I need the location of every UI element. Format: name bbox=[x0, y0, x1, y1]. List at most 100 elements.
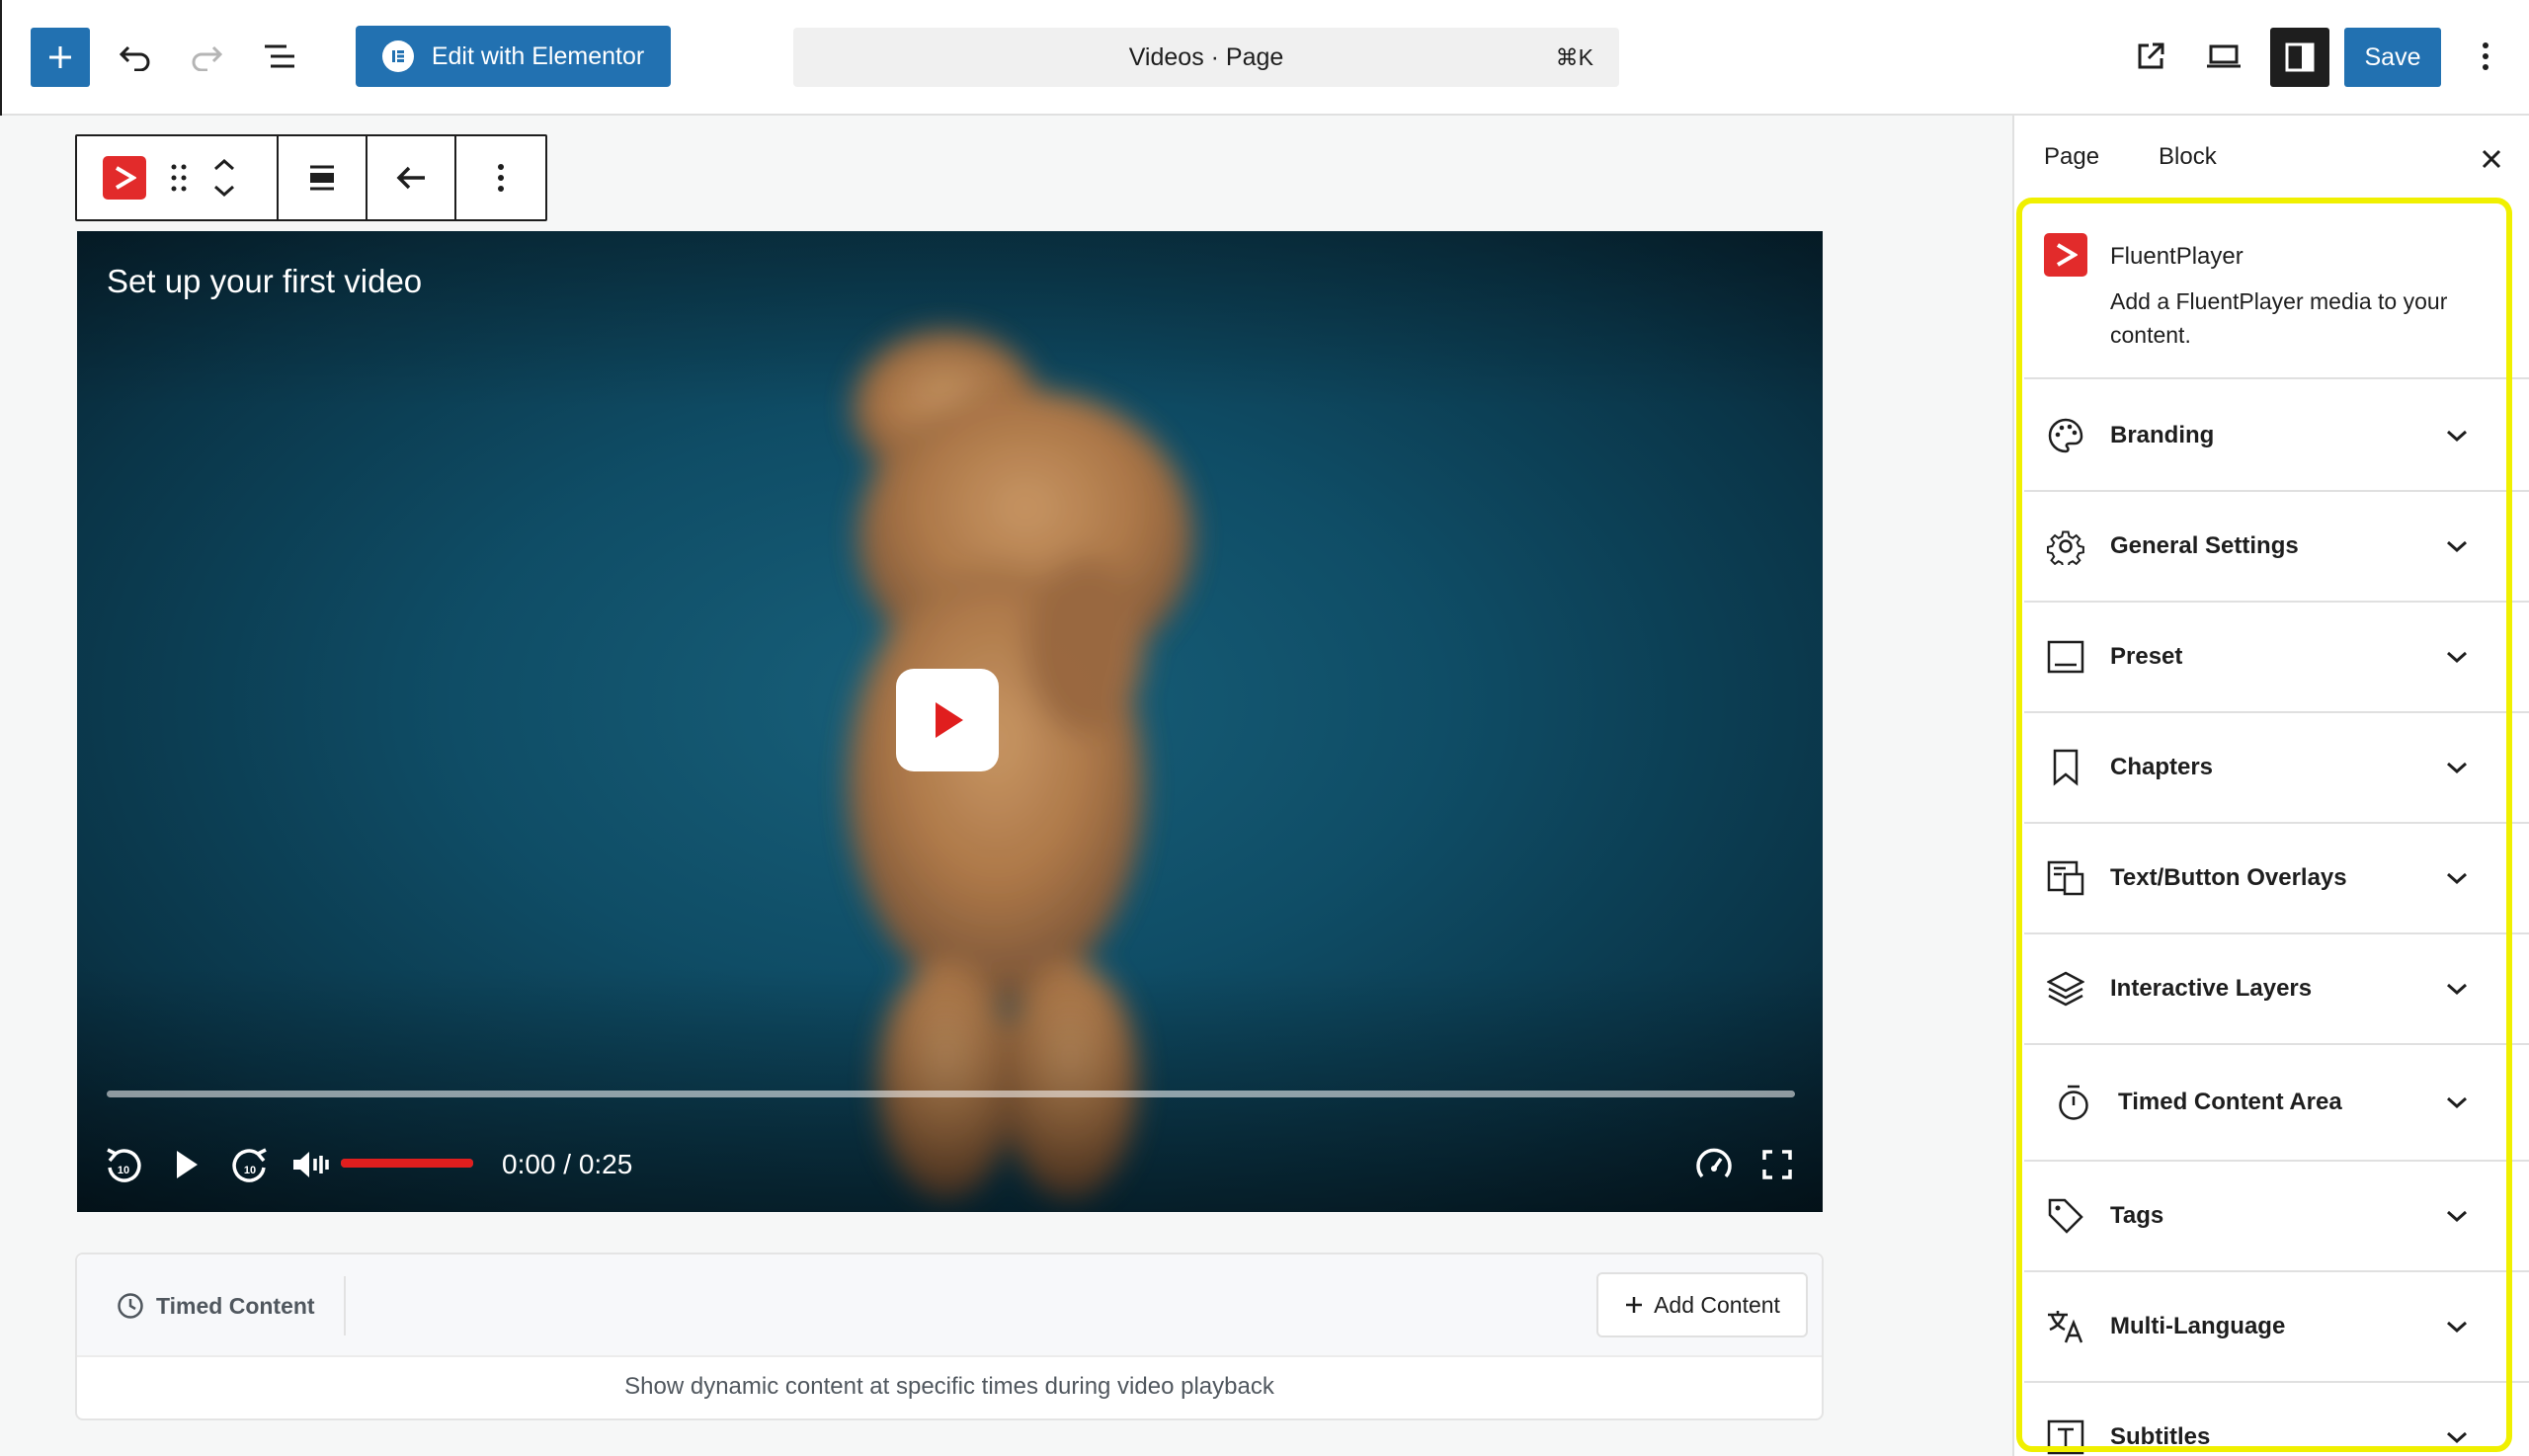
block-type-button[interactable] bbox=[95, 136, 154, 219]
panel-multi-language[interactable]: Multi-Language bbox=[2024, 1272, 2529, 1383]
rewind-10-button[interactable]: 10 bbox=[99, 1140, 148, 1189]
close-sidebar-button[interactable] bbox=[2472, 139, 2511, 179]
rewind-10-icon: 10 bbox=[107, 1148, 141, 1182]
arrow-left-icon bbox=[396, 166, 425, 190]
panel-interactive-layers[interactable]: Interactive Layers bbox=[2024, 934, 2529, 1045]
panel-label: Multi-Language bbox=[2110, 1313, 2286, 1339]
block-inspector: FluentPlayer Add a FluentPlayer media to… bbox=[2024, 203, 2529, 1456]
volume-slider[interactable] bbox=[341, 1159, 473, 1168]
options-menu-button[interactable] bbox=[2466, 32, 2505, 81]
block-card-description: Add a FluentPlayer media to your content… bbox=[2110, 288, 2448, 348]
panel-branding[interactable]: Branding bbox=[2024, 381, 2529, 492]
timed-content-tab-label: Timed Content bbox=[156, 1292, 315, 1319]
block-options-button[interactable] bbox=[456, 136, 545, 219]
volume-icon bbox=[293, 1152, 329, 1177]
plus-icon bbox=[1626, 1297, 1643, 1313]
fullscreen-button[interactable] bbox=[1753, 1140, 1802, 1189]
move-block-controls[interactable] bbox=[200, 136, 249, 219]
elementor-label: Edit with Elementor bbox=[431, 41, 645, 70]
timed-content-tab[interactable]: Timed Content bbox=[117, 1282, 315, 1330]
drag-handle-icon bbox=[171, 164, 187, 192]
command-palette-bar[interactable]: Videos · Page ⌘K bbox=[793, 28, 1619, 87]
fluentplayer-logo-icon bbox=[2044, 233, 2087, 277]
redo-button[interactable] bbox=[182, 32, 231, 81]
external-link-icon bbox=[2138, 42, 2164, 69]
redo-icon bbox=[192, 45, 223, 71]
chevron-down-icon bbox=[2439, 1085, 2475, 1120]
add-block-button[interactable] bbox=[31, 28, 90, 87]
align-center-icon bbox=[310, 165, 334, 191]
panel-label: Subtitles bbox=[2110, 1423, 2211, 1450]
add-content-label: Add Content bbox=[1654, 1291, 1780, 1318]
align-button[interactable] bbox=[279, 136, 366, 219]
volume-slider-fill bbox=[341, 1159, 473, 1168]
video-title: Set up your first video bbox=[107, 263, 423, 299]
tag-icon bbox=[2046, 1196, 2085, 1236]
save-button[interactable]: Save bbox=[2344, 28, 2441, 87]
playback-speed-button[interactable] bbox=[1689, 1140, 1739, 1189]
undo-button[interactable] bbox=[111, 32, 160, 81]
window-edge bbox=[0, 0, 2, 116]
play-button[interactable] bbox=[162, 1140, 211, 1189]
add-content-button[interactable]: Add Content bbox=[1596, 1272, 1808, 1337]
edit-with-elementor-button[interactable]: Edit with Elementor bbox=[356, 26, 671, 87]
panel-label: General Settings bbox=[2110, 532, 2299, 559]
settings-sidebar-toggle[interactable] bbox=[2270, 28, 2329, 87]
preset-icon bbox=[2046, 637, 2085, 677]
sidebar-icon bbox=[2285, 42, 2315, 72]
undo-icon bbox=[119, 45, 150, 71]
block-card: FluentPlayer Add a FluentPlayer media to… bbox=[2024, 203, 2529, 379]
playback-time: 0:00 / 0:25 bbox=[502, 1149, 633, 1179]
chevron-down-icon bbox=[2439, 418, 2475, 453]
more-vertical-icon bbox=[2483, 42, 2488, 70]
chevron-down-icon bbox=[2439, 971, 2475, 1007]
stopwatch-icon bbox=[2054, 1083, 2093, 1122]
subtitles-icon bbox=[2046, 1417, 2085, 1456]
tab-block[interactable]: Block bbox=[2159, 143, 2217, 171]
drag-handle[interactable] bbox=[162, 136, 196, 219]
fluentplayer-logo-icon bbox=[103, 156, 146, 200]
chevron-up-icon[interactable] bbox=[213, 159, 235, 171]
sidebar-tabs: Page Block bbox=[2014, 116, 2529, 200]
gear-icon bbox=[2046, 526, 2085, 566]
select-parent-button[interactable] bbox=[367, 136, 454, 219]
block-card-title: FluentPlayer bbox=[2110, 243, 2243, 270]
chevron-down-icon bbox=[2439, 860, 2475, 896]
panel-chapters[interactable]: Chapters bbox=[2024, 713, 2529, 824]
panel-label: Interactive Layers bbox=[2110, 975, 2313, 1002]
video-player[interactable]: Set up your first video 10 10 0:00 / 0:2… bbox=[77, 231, 1823, 1212]
chevron-down-icon bbox=[2439, 750, 2475, 785]
view-page-button[interactable] bbox=[2126, 32, 2175, 81]
close-icon bbox=[2482, 149, 2501, 169]
panel-timed-content-area[interactable]: Timed Content Area bbox=[2024, 1045, 2529, 1162]
elementor-icon bbox=[381, 40, 414, 72]
timed-content-panel: Timed Content Add Content Show dynamic c… bbox=[75, 1253, 1824, 1420]
chevron-down-icon bbox=[2439, 639, 2475, 675]
panel-general-settings[interactable]: General Settings bbox=[2024, 492, 2529, 603]
panel-label: Preset bbox=[2110, 643, 2183, 670]
document-overview-button[interactable] bbox=[255, 32, 304, 81]
speedometer-icon bbox=[1696, 1148, 1732, 1178]
panel-subtitles[interactable]: Subtitles bbox=[2024, 1383, 2529, 1456]
panel-tags[interactable]: Tags bbox=[2024, 1162, 2529, 1272]
panel-text-button-overlays[interactable]: Text/Button Overlays bbox=[2024, 824, 2529, 934]
panel-label: Tags bbox=[2110, 1202, 2164, 1229]
forward-10-button[interactable]: 10 bbox=[225, 1140, 275, 1189]
more-vertical-icon bbox=[498, 164, 504, 192]
bookmark-icon bbox=[2046, 748, 2085, 787]
tab-page[interactable]: Page bbox=[2044, 143, 2099, 171]
big-play-button[interactable] bbox=[896, 669, 999, 771]
tab-divider bbox=[344, 1276, 346, 1335]
volume-button[interactable] bbox=[286, 1140, 336, 1189]
chevron-down-icon bbox=[2439, 1309, 2475, 1344]
panel-preset[interactable]: Preset bbox=[2024, 603, 2529, 713]
panel-label: Branding bbox=[2110, 422, 2215, 448]
layers-icon bbox=[2046, 969, 2085, 1009]
chevron-down-icon[interactable] bbox=[213, 185, 235, 197]
plus-icon bbox=[49, 46, 71, 68]
play-icon bbox=[936, 702, 963, 738]
preview-device-button[interactable] bbox=[2199, 32, 2248, 81]
editor-header: Edit with Elementor Videos · Page ⌘K Sav… bbox=[0, 0, 2529, 116]
seek-bar[interactable] bbox=[107, 1091, 1795, 1097]
translate-icon bbox=[2046, 1307, 2085, 1346]
